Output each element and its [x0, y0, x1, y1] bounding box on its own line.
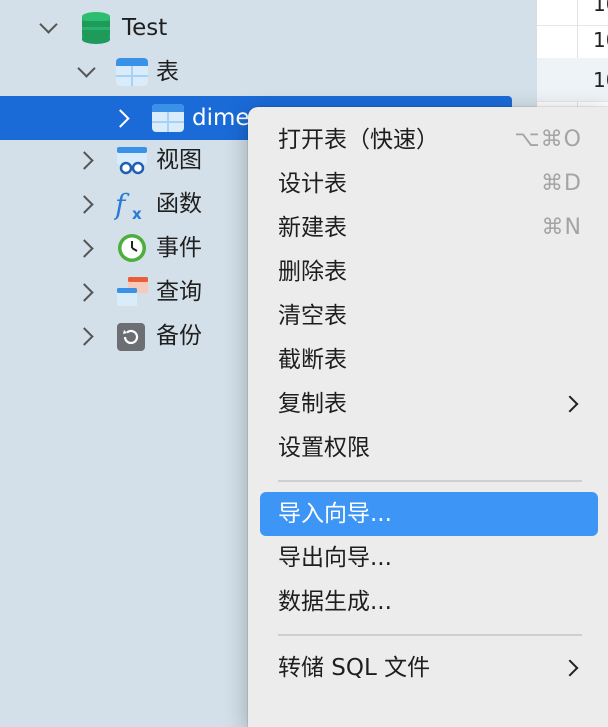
svg-text:x: x [132, 205, 142, 222]
tree-item-label: 函数 [156, 191, 202, 217]
context-menu: 打开表（快速） ⌥⌘O 设计表 ⌘D 新建表 ⌘N 删除表 清空表 截断表 复制… [248, 107, 608, 727]
chevron-right-icon[interactable] [75, 283, 94, 302]
view-icon [116, 146, 148, 176]
tree-item-label: Test [122, 15, 168, 41]
tree-item-database[interactable]: Test [0, 6, 536, 50]
backup-icon [116, 322, 146, 352]
menu-item-set-permissions[interactable]: 设置权限 [260, 426, 598, 470]
menu-item-open-table-quick[interactable]: 打开表（快速） ⌥⌘O [260, 118, 598, 162]
table-icon [116, 58, 148, 86]
shortcut-label: ⌥⌘O [514, 127, 582, 152]
svg-text:f: f [114, 188, 130, 221]
shortcut-label: ⌘N [541, 215, 582, 240]
menu-item-dump-sql-file[interactable]: 转储 SQL 文件 [260, 646, 598, 690]
menu-item-truncate-table[interactable]: 截断表 [260, 338, 598, 382]
tree-item-label: 事件 [156, 235, 202, 261]
tree-item-tables[interactable]: 表 [0, 50, 536, 94]
chevron-right-icon[interactable] [75, 239, 94, 258]
chevron-down-icon[interactable] [77, 59, 96, 78]
grid-cell[interactable]: 10 [537, 18, 608, 62]
menu-item-delete-table[interactable]: 删除表 [260, 250, 598, 294]
table-icon [152, 104, 184, 132]
menu-separator [278, 480, 582, 482]
menu-item-import-wizard[interactable]: 导入向导... [260, 492, 598, 536]
menu-item-duplicate-table[interactable]: 复制表 [260, 382, 598, 426]
tree-item-label: 查询 [156, 279, 202, 305]
chevron-right-icon [561, 659, 579, 677]
grid-cell[interactable]: 10 [537, 58, 608, 102]
menu-item-export-wizard[interactable]: 导出向导... [260, 536, 598, 580]
menu-item-empty-table[interactable]: 清空表 [260, 294, 598, 338]
chevron-right-icon [561, 395, 579, 413]
menu-item-data-generation[interactable]: 数据生成... [260, 580, 598, 624]
tree-item-label: 视图 [156, 147, 202, 173]
chevron-right-icon[interactable] [75, 151, 94, 170]
menu-item-design-table[interactable]: 设计表 ⌘D [260, 162, 598, 206]
shortcut-label: ⌘D [541, 171, 582, 196]
menu-item-new-table[interactable]: 新建表 ⌘N [260, 206, 598, 250]
function-icon: f x [113, 188, 150, 223]
chevron-right-icon[interactable] [111, 109, 130, 128]
chevron-down-icon[interactable] [39, 15, 58, 34]
menu-separator [278, 634, 582, 636]
tree-item-label: 备份 [156, 323, 202, 349]
chevron-right-icon[interactable] [75, 327, 94, 346]
query-icon [116, 276, 150, 308]
chevron-right-icon[interactable] [75, 195, 94, 214]
tree-item-label: 表 [156, 59, 179, 85]
database-icon [82, 12, 110, 44]
clock-icon [116, 232, 148, 264]
